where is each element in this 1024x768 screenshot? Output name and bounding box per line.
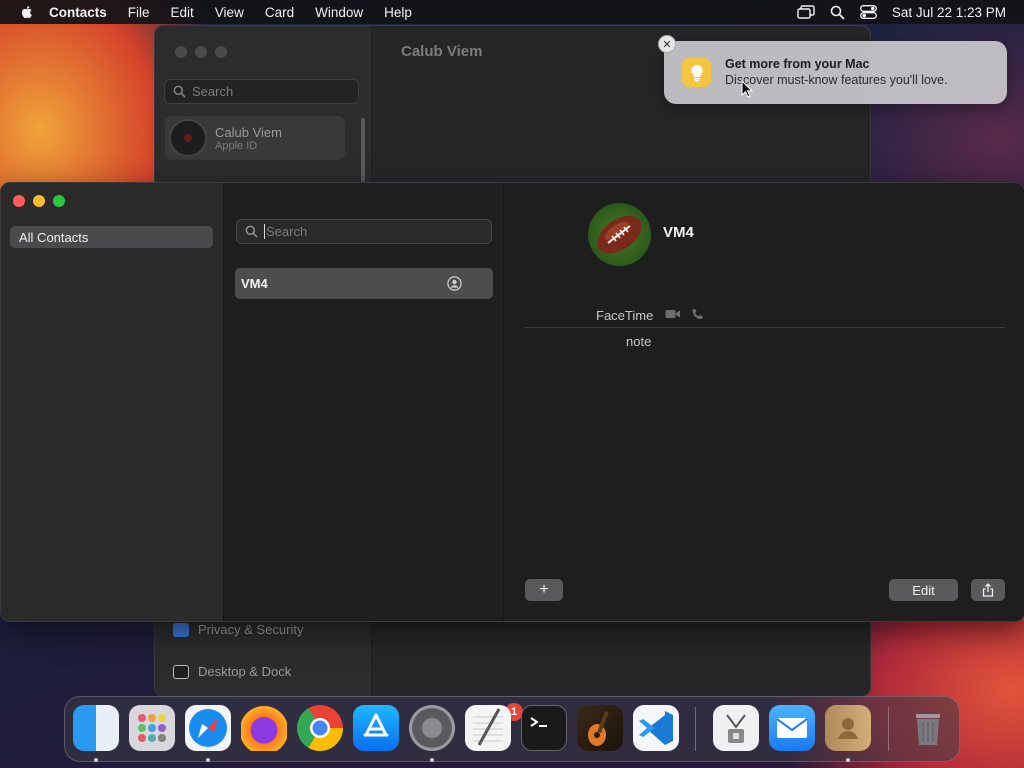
sidebar-item-privacy[interactable]: Privacy & Security bbox=[173, 622, 303, 637]
mouse-cursor bbox=[741, 80, 753, 98]
menu-card[interactable]: Card bbox=[265, 5, 294, 20]
contacts-list-pane: Search VM4 bbox=[224, 183, 504, 621]
menu-file[interactable]: File bbox=[128, 5, 150, 20]
notification-body: Discover must-know features you'll love. bbox=[725, 73, 948, 87]
hand-icon bbox=[173, 622, 189, 637]
menu-datetime[interactable]: Sat Jul 22 1:23 PM bbox=[892, 5, 1006, 20]
dock-divider bbox=[888, 707, 889, 751]
sidebar-item-label: Desktop & Dock bbox=[198, 664, 292, 679]
settings-search-field[interactable]: Search bbox=[164, 79, 359, 104]
account-subtitle: Apple ID bbox=[215, 139, 258, 152]
note-label: note bbox=[626, 334, 652, 349]
contacts-icon[interactable] bbox=[825, 705, 871, 751]
contact-avatar-football[interactable] bbox=[588, 203, 651, 266]
search-icon bbox=[245, 225, 258, 238]
terminal-icon[interactable] bbox=[521, 705, 567, 751]
zoom-button-inactive[interactable] bbox=[215, 46, 227, 58]
contact-detail-pane: VM4 FaceTime note + Edit bbox=[504, 183, 1024, 621]
edit-button[interactable]: Edit bbox=[889, 579, 958, 601]
settings-page-title: Calub Viem bbox=[401, 43, 483, 60]
facetime-label: FaceTime bbox=[596, 308, 654, 323]
close-button[interactable] bbox=[13, 195, 25, 207]
divider bbox=[525, 327, 1005, 328]
account-name: Calub Viem bbox=[215, 124, 282, 140]
finder-icon[interactable] bbox=[73, 705, 119, 751]
running-indicator bbox=[430, 758, 434, 762]
archive-utility-icon[interactable] bbox=[713, 705, 759, 751]
avatar bbox=[169, 119, 207, 157]
text-caret bbox=[264, 224, 265, 239]
sidebar-item-label: Privacy & Security bbox=[198, 622, 304, 637]
apple-icon[interactable] bbox=[19, 4, 35, 20]
sidebar-scrollbar[interactable] bbox=[361, 118, 365, 182]
dock-icon bbox=[173, 664, 189, 679]
control-center-icon[interactable] bbox=[859, 5, 877, 19]
menu-window[interactable]: Window bbox=[315, 5, 363, 20]
running-indicator bbox=[206, 758, 210, 762]
garageband-icon[interactable] bbox=[577, 705, 623, 751]
close-icon[interactable]: ✕ bbox=[658, 35, 676, 53]
contacts-search-field[interactable]: Search bbox=[236, 219, 492, 244]
football-icon bbox=[597, 215, 642, 254]
window-controls bbox=[13, 195, 65, 207]
video-camera-icon[interactable] bbox=[665, 308, 681, 320]
contact-name: VM4 bbox=[663, 224, 694, 241]
contacts-window: All Contacts Search VM4 VM4 FaceTime not… bbox=[0, 182, 1024, 622]
vscode-icon[interactable] bbox=[633, 705, 679, 751]
launchpad-icon[interactable] bbox=[129, 705, 175, 751]
groups-sidebar: All Contacts bbox=[1, 183, 224, 621]
add-contact-button[interactable]: + bbox=[525, 579, 563, 601]
menu-bar: Contacts File Edit View Card Window Help… bbox=[0, 0, 1024, 24]
screen-mirroring-icon[interactable] bbox=[797, 5, 815, 19]
share-button[interactable] bbox=[971, 579, 1005, 601]
running-indicator bbox=[846, 758, 850, 762]
contacts-search-placeholder: Search bbox=[266, 224, 308, 239]
settings-search-placeholder: Search bbox=[192, 84, 234, 99]
apple-id-row[interactable]: Calub Viem Apple ID bbox=[165, 116, 345, 160]
phone-icon[interactable] bbox=[691, 308, 704, 321]
close-button-inactive[interactable] bbox=[175, 46, 187, 58]
chrome-icon[interactable] bbox=[297, 705, 343, 751]
share-icon bbox=[982, 583, 994, 597]
dock: 1 bbox=[64, 696, 960, 762]
minimize-button[interactable] bbox=[33, 195, 45, 207]
system-settings-icon[interactable] bbox=[409, 705, 455, 751]
zoom-button[interactable] bbox=[53, 195, 65, 207]
contact-row-name: VM4 bbox=[241, 276, 268, 291]
notification-banner[interactable]: ✕ Get more from your Mac Discover must-k… bbox=[658, 35, 1007, 104]
dock-divider bbox=[695, 707, 696, 751]
spotlight-icon[interactable] bbox=[830, 5, 845, 20]
mail-icon[interactable] bbox=[769, 705, 815, 751]
facetime-actions bbox=[665, 308, 704, 321]
search-icon bbox=[173, 85, 186, 98]
app-store-icon[interactable] bbox=[353, 705, 399, 751]
minimize-button-inactive[interactable] bbox=[195, 46, 207, 58]
safari-icon[interactable] bbox=[185, 705, 231, 751]
window-controls-inactive bbox=[175, 46, 227, 58]
group-all-contacts[interactable]: All Contacts bbox=[10, 226, 213, 248]
contact-row[interactable]: VM4 bbox=[235, 268, 493, 299]
notification-title: Get more from your Mac bbox=[725, 57, 870, 71]
menu-view[interactable]: View bbox=[215, 5, 244, 20]
menu-help[interactable]: Help bbox=[384, 5, 412, 20]
trash-icon[interactable] bbox=[905, 705, 951, 751]
menu-app-name[interactable]: Contacts bbox=[49, 5, 107, 20]
sidebar-item-desktop-dock[interactable]: Desktop & Dock bbox=[173, 664, 291, 679]
menu-edit[interactable]: Edit bbox=[171, 5, 194, 20]
lightbulb-icon bbox=[682, 58, 711, 87]
firefox-icon[interactable] bbox=[241, 705, 287, 751]
running-indicator bbox=[94, 758, 98, 762]
person-icon bbox=[447, 276, 462, 291]
textedit-icon[interactable] bbox=[465, 705, 511, 751]
